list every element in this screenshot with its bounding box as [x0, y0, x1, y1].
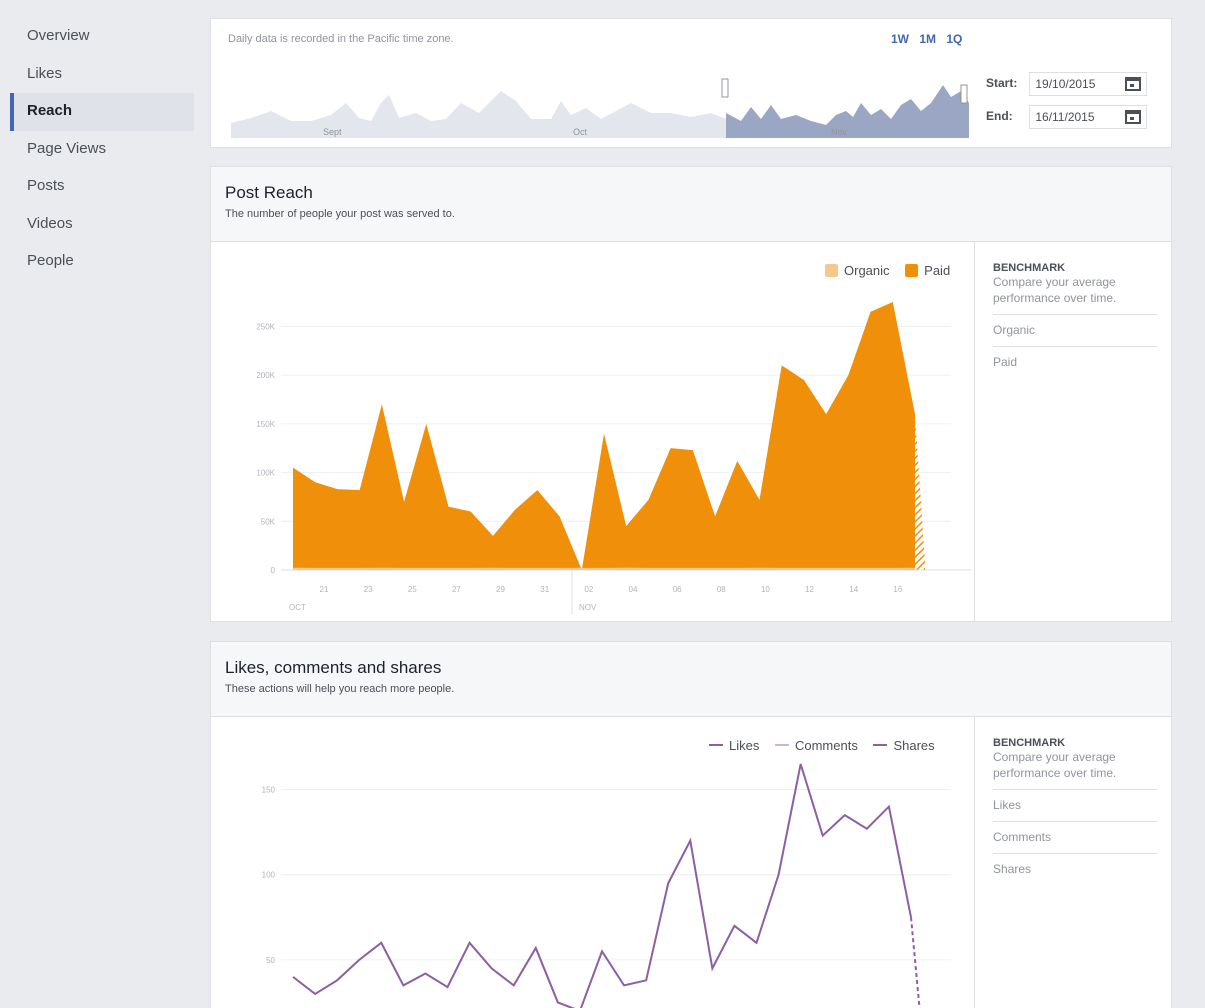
section-subtitle: These actions will help you reach more p… [225, 683, 455, 695]
start-date-label: Start: [986, 76, 1018, 91]
engagement-header: Likes, comments and shares These actions… [210, 641, 1172, 716]
likes-line-projection [910, 917, 921, 1008]
post-reach-header: Post Reach The number of people your pos… [210, 166, 1172, 241]
sidebar-nav: Overview Likes Reach Page Views Posts Vi… [10, 18, 194, 281]
start-date-input[interactable]: 19/10/2015 [1029, 72, 1148, 96]
range-1q-button[interactable]: 1Q [946, 32, 962, 46]
x-tick-label: 31 [540, 585, 549, 594]
x-tick-label: 25 [408, 585, 417, 594]
organic-swatch [825, 264, 838, 277]
benchmark-panel: BENCHMARK Compare your average performan… [974, 242, 1173, 621]
timeline-unselected-area [231, 91, 726, 138]
y-tick-label: 100 [262, 871, 276, 880]
paid-area-series [293, 302, 915, 570]
x-tick-label: 12 [805, 585, 814, 594]
start-date-value: 19/10/2015 [1035, 77, 1096, 91]
shares-line-swatch [873, 744, 888, 746]
y-tick-label: 50 [266, 956, 275, 965]
month-label-nov: NOV [579, 603, 597, 612]
legend-likes[interactable]: Likes [709, 738, 759, 753]
x-tick-label: 23 [364, 585, 373, 594]
x-tick-label: 21 [320, 585, 329, 594]
range-presets: 1W 1M 1Q [891, 32, 969, 46]
y-tick-label: 250K [256, 322, 275, 331]
legend-organic-label: Organic [844, 263, 890, 278]
range-1m-button[interactable]: 1M [919, 32, 936, 46]
calendar-icon[interactable] [1125, 110, 1142, 124]
range-1w-button[interactable]: 1W [891, 32, 909, 46]
legend-comments-label: Comments [794, 738, 858, 753]
engagement-chart-card: 50 100 150 Likes Comments Shares BENCHMARK… [210, 716, 1172, 1008]
engagement-legend: Likes Comments Shares [697, 738, 935, 753]
benchmark-description: Compare your average performance over ti… [993, 274, 1157, 315]
post-reach-chart-card: 0 50K 100K 150K 200K 250K 21 23 25 27 29 31 02 04 06 08… [210, 241, 1172, 622]
timeline-month-oct: Oct [573, 127, 588, 137]
calendar-icon[interactable] [1125, 77, 1142, 91]
benchmark-item-organic[interactable]: Organic [993, 315, 1157, 347]
likes-line-swatch [709, 744, 723, 746]
x-tick-label: 29 [496, 585, 505, 594]
x-tick-label: 04 [629, 585, 638, 594]
legend-organic[interactable]: Organic [825, 263, 890, 278]
x-tick-label: 14 [849, 585, 858, 594]
benchmark-item-shares[interactable]: Shares [993, 854, 1157, 885]
sidebar-item-posts[interactable]: Posts [10, 168, 194, 206]
sidebar-item-overview[interactable]: Overview [10, 18, 194, 56]
sidebar-item-videos[interactable]: Videos [10, 206, 194, 244]
benchmark-item-likes[interactable]: Likes [993, 790, 1157, 822]
sidebar-item-likes[interactable]: Likes [10, 56, 194, 94]
timeline-range-card: Daily data is recorded in the Pacific ti… [210, 18, 1172, 148]
legend-likes-label: Likes [729, 738, 760, 753]
x-tick-label: 10 [761, 585, 770, 594]
end-date-row: End: 16/11/2015 [986, 105, 1148, 129]
section-title: Likes, comments and shares [225, 658, 442, 677]
legend-comments[interactable]: Comments [774, 738, 858, 753]
benchmark-item-paid[interactable]: Paid [993, 347, 1157, 378]
timezone-note: Daily data is recorded in the Pacific ti… [228, 33, 454, 45]
benchmark-panel: BENCHMARK Compare your average performan… [974, 717, 1173, 1008]
end-date-label: End: [986, 109, 1013, 124]
legend-paid-label: Paid [924, 263, 951, 278]
x-tick-label: 06 [673, 585, 682, 594]
end-date-input[interactable]: 16/11/2015 [1029, 105, 1148, 129]
x-tick-label: 27 [452, 585, 461, 594]
sidebar-item-people[interactable]: People [10, 243, 194, 281]
paid-area-projection [915, 414, 925, 570]
benchmark-title: BENCHMARK [993, 737, 1066, 749]
legend-paid[interactable]: Paid [905, 263, 950, 278]
start-date-row: Start: 19/10/2015 [986, 72, 1148, 96]
range-handle-left[interactable] [721, 78, 729, 98]
post-reach-legend: Organic Paid [813, 263, 950, 278]
range-handle-right[interactable] [960, 84, 968, 104]
month-label-oct: OCT [289, 603, 306, 612]
legend-shares[interactable]: Shares [873, 738, 935, 753]
y-tick-label: 0 [271, 566, 276, 575]
likes-line-series [292, 763, 912, 1008]
engagement-chart: 50 100 150 [262, 763, 951, 1008]
y-tick-label: 100K [256, 469, 275, 478]
post-reach-chart: 0 50K 100K 150K 200K 250K 21 23 25 27 29 31 02 04 06 08… [256, 302, 971, 614]
timeline-selected-area [726, 85, 969, 138]
benchmark-description: Compare your average performance over ti… [993, 749, 1157, 790]
y-tick-label: 150 [262, 786, 276, 795]
end-date-value: 16/11/2015 [1035, 110, 1095, 124]
section-title: Post Reach [225, 183, 313, 202]
y-tick-label: 150K [256, 420, 275, 429]
y-tick-label: 200K [256, 371, 275, 380]
x-tick-label: 02 [584, 585, 593, 594]
timeline-month-nov: Nov [831, 127, 848, 137]
sidebar-item-page-views[interactable]: Page Views [10, 131, 194, 169]
timeline-overview-chart[interactable]: Sept Oct Nov [231, 63, 971, 149]
benchmark-item-comments[interactable]: Comments [993, 822, 1157, 854]
section-subtitle: The number of people your post was serve… [225, 208, 455, 220]
paid-swatch [905, 264, 919, 277]
benchmark-title: BENCHMARK [993, 262, 1066, 274]
sidebar-item-reach[interactable]: Reach [10, 93, 194, 131]
timeline-month-sept: Sept [323, 127, 342, 137]
comments-line-swatch [774, 744, 789, 746]
y-tick-label: 50K [261, 517, 276, 526]
legend-shares-label: Shares [893, 738, 935, 753]
x-tick-label: 08 [717, 585, 726, 594]
x-tick-label: 16 [893, 585, 902, 594]
